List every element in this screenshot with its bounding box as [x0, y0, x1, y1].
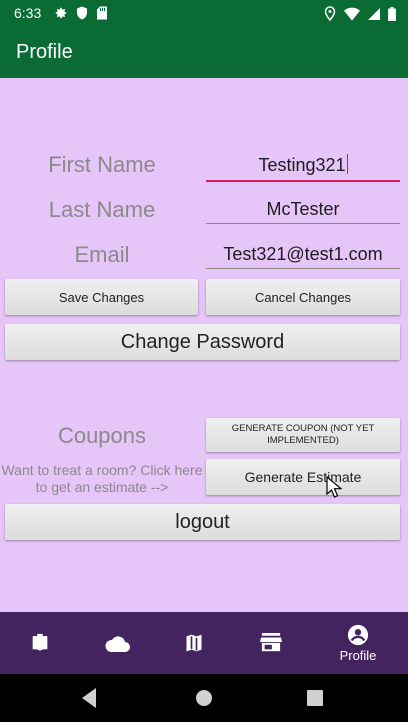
coupons-label: Coupons	[57, 423, 147, 448]
email-label: Email	[74, 242, 130, 267]
first-name-value: Testing321	[258, 155, 346, 175]
status-left-icons	[54, 6, 108, 20]
account-circle-icon	[347, 624, 369, 646]
change-password-button[interactable]: Change Password	[5, 324, 400, 360]
sd-card-icon	[96, 6, 108, 20]
nav-item-book[interactable]	[0, 612, 80, 674]
email-value: Test321@test1.com	[223, 244, 383, 264]
wifi-icon	[344, 7, 360, 21]
text-caret	[346, 154, 348, 174]
map-icon	[184, 633, 204, 653]
generate-coupon-button[interactable]: GENERATE COUPON (NOT YET IMPLEMENTED)	[206, 418, 400, 452]
mouse-pointer-icon	[326, 475, 343, 502]
save-changes-button[interactable]: Save Changes	[5, 279, 198, 315]
last-name-label: Last Name	[48, 197, 156, 222]
store-icon	[260, 633, 282, 653]
email-field[interactable]: Test321@test1.com	[206, 244, 400, 269]
nav-label-profile: Profile	[339, 647, 377, 663]
cancel-changes-button[interactable]: Cancel Changes	[206, 279, 400, 315]
shield-icon	[76, 6, 88, 20]
generate-estimate-button[interactable]: Generate Estimate	[206, 459, 400, 495]
page-title: Profile	[16, 41, 73, 63]
last-name-field[interactable]: McTester	[206, 199, 400, 224]
status-time: 6:33	[14, 5, 42, 21]
system-navigation-bar	[0, 674, 408, 722]
nav-item-profile[interactable]: Profile	[318, 612, 398, 674]
back-icon[interactable]	[80, 686, 100, 714]
logout-button[interactable]: logout	[5, 504, 400, 540]
nav-item-map[interactable]	[154, 612, 234, 674]
estimate-hint: Want to treat a room? Click here to get …	[0, 462, 204, 496]
location-icon	[324, 6, 336, 21]
estimate-hint-line1: Want to treat a room? Click here	[1, 462, 203, 478]
signal-icon	[368, 7, 380, 21]
profile-content: First Name Testing321 Last Name McTester…	[0, 78, 408, 612]
nav-item-store[interactable]	[231, 612, 311, 674]
cloud-icon	[104, 633, 130, 653]
gear-icon	[54, 6, 68, 20]
nav-item-cloud[interactable]	[77, 612, 157, 674]
battery-icon	[388, 6, 396, 21]
home-icon[interactable]	[193, 686, 215, 714]
first-name-label: First Name	[48, 152, 156, 177]
status-right-icons	[324, 6, 396, 21]
book-icon	[29, 632, 51, 654]
last-name-value: McTester	[266, 199, 340, 219]
status-bar: 6:33	[0, 0, 408, 28]
first-name-field[interactable]: Testing321	[206, 154, 400, 182]
app-bar: Profile	[0, 28, 408, 78]
recents-icon[interactable]	[305, 686, 325, 714]
bottom-navigation: Profile	[0, 612, 408, 674]
estimate-hint-line2: to get an estimate -->	[35, 479, 169, 495]
